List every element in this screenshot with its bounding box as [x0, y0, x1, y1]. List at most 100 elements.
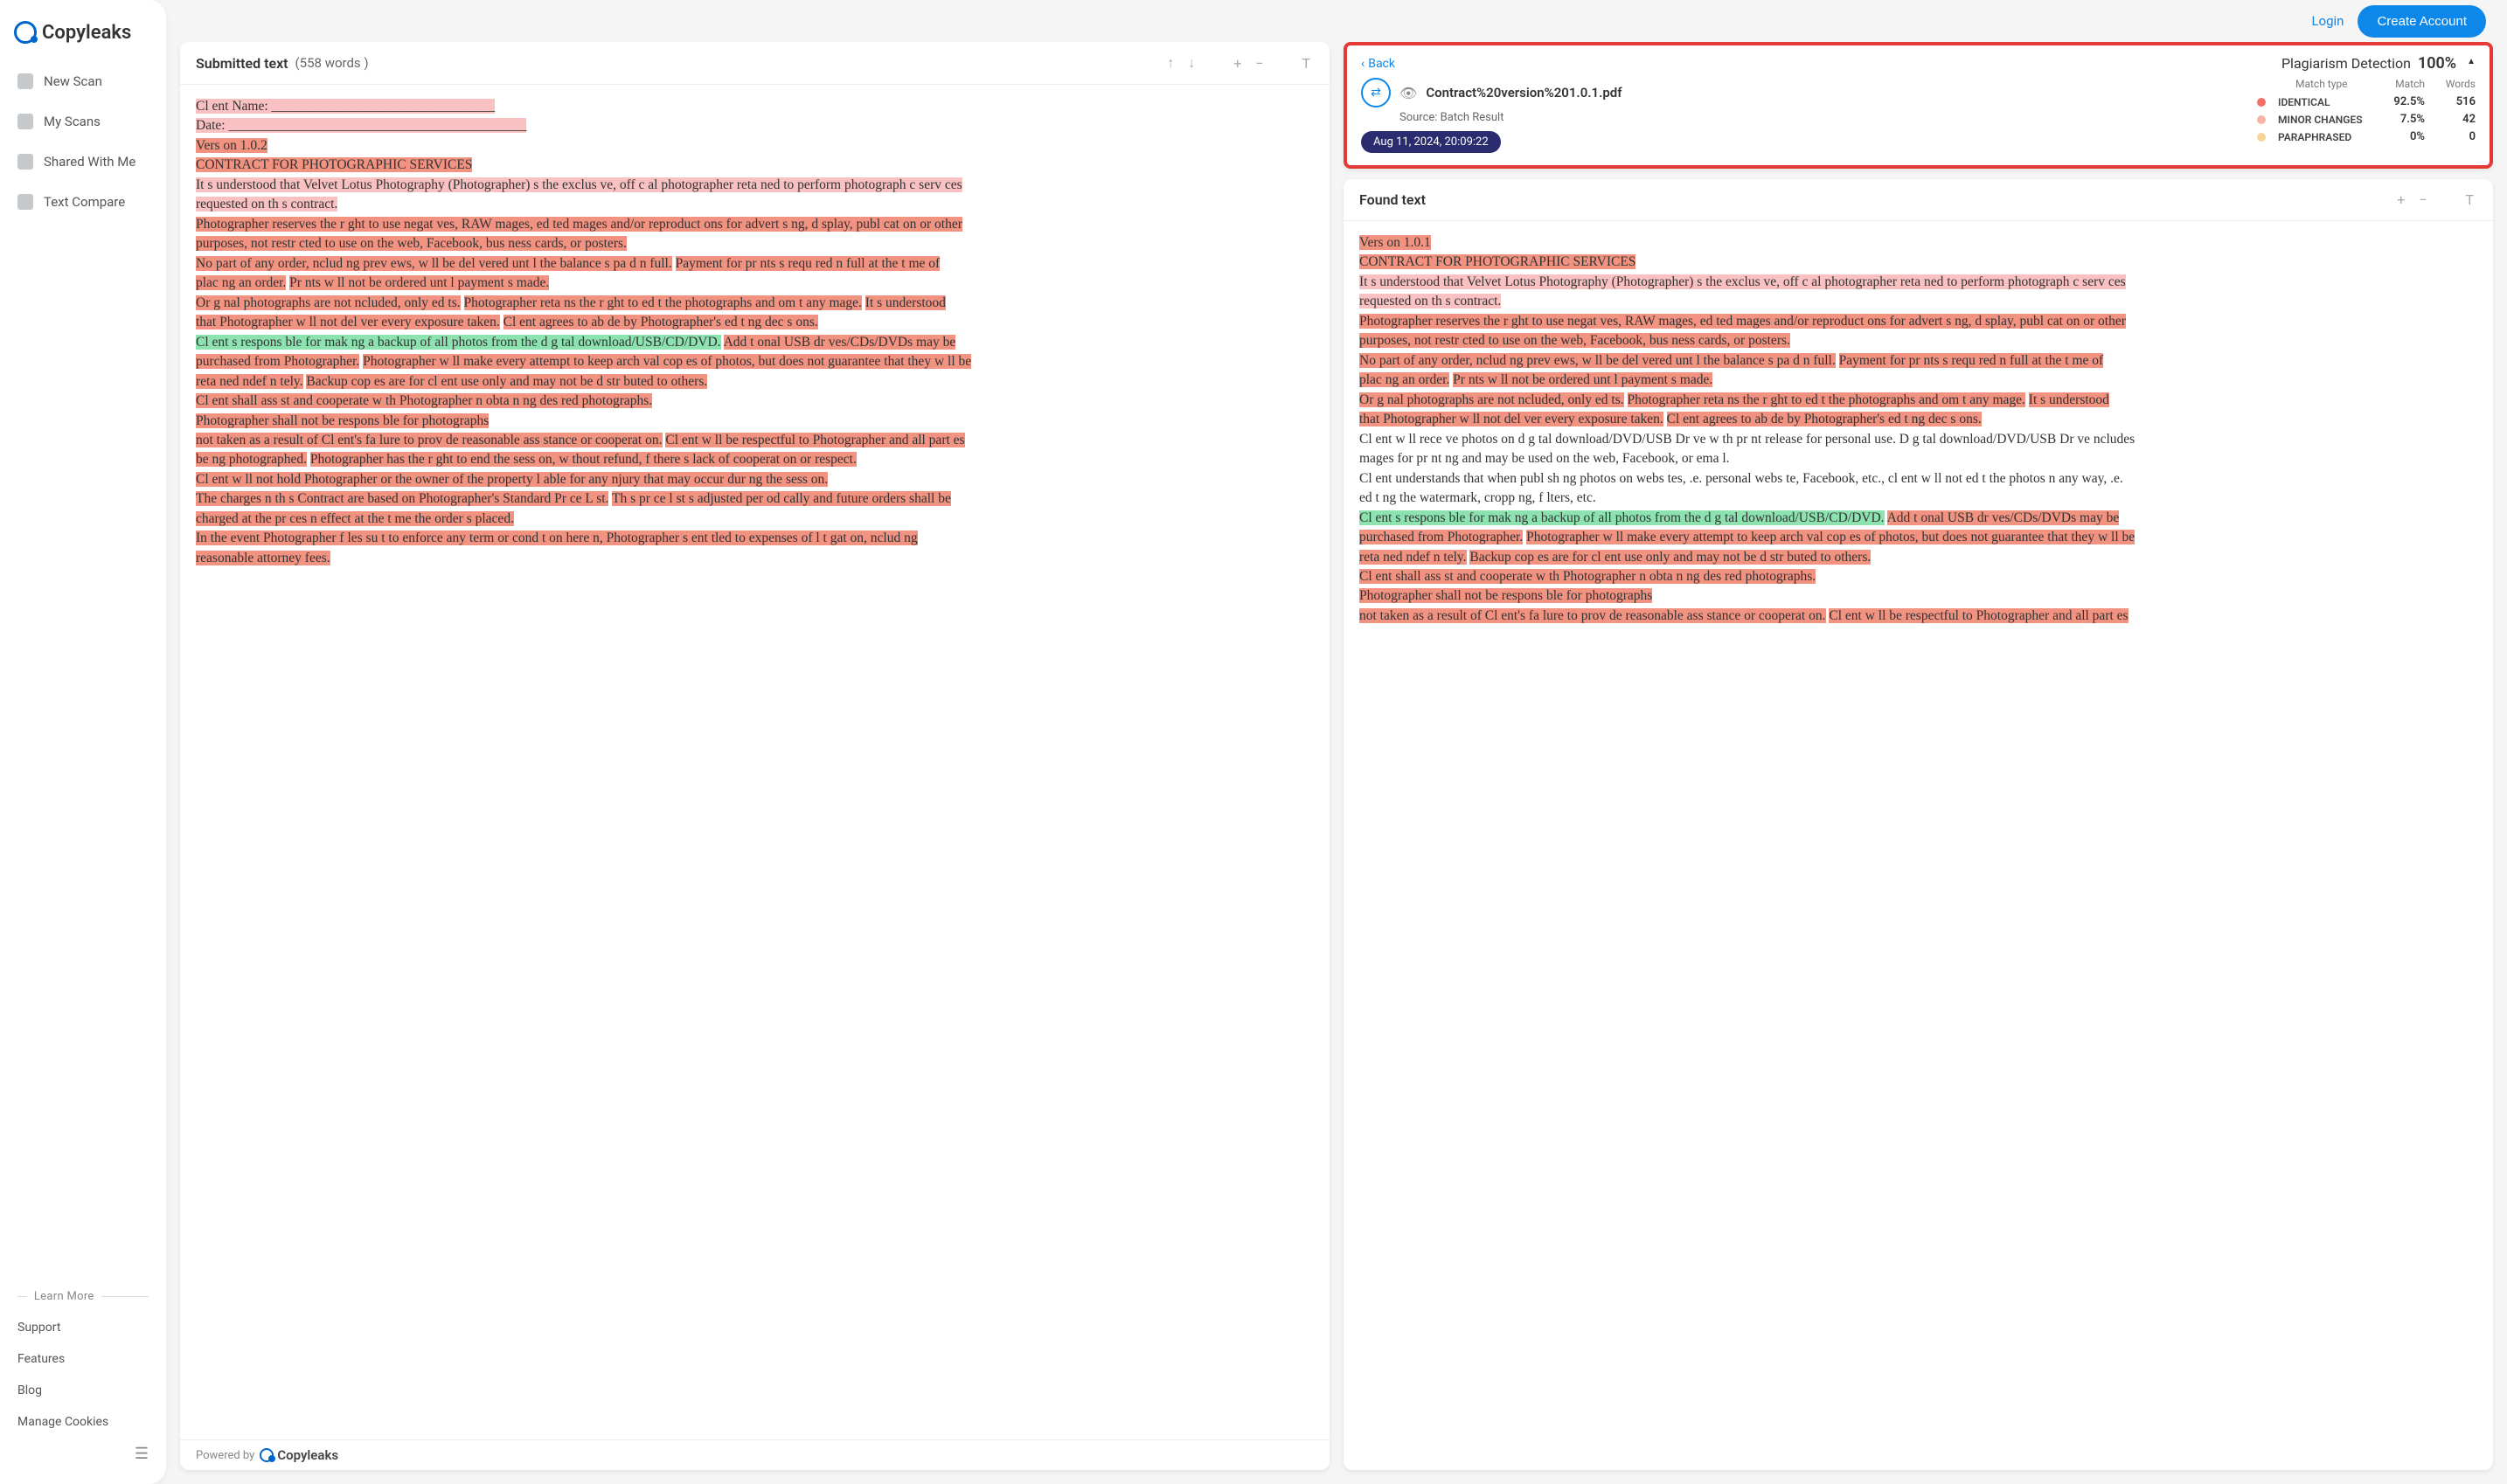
found-text-body[interactable]: Vers on 1.0.1 CONTRACT FOR PHOTOGRAPHIC S…: [1344, 221, 2493, 1470]
text-segment[interactable]: Payment for pr nts s requ red n full at …: [1839, 353, 2104, 368]
text-segment[interactable]: Photographer reta ns the r ght to ed t t…: [1628, 392, 2025, 407]
sidebar-item-new-scan[interactable]: New Scan: [0, 61, 166, 101]
text-segment[interactable]: It s understood that Velvet Lotus Photog…: [196, 177, 962, 192]
text-segment[interactable]: Pr nts w ll not be ordered unt l payment…: [1453, 372, 1712, 387]
text-segment[interactable]: No part of any order, nclud ng prev ews,…: [196, 256, 672, 271]
text-segment[interactable]: ed t ng the watermark, cropp ng, f lters…: [1359, 490, 1596, 505]
text-segment[interactable]: The charges n th s Contract are based on…: [196, 491, 608, 506]
topbar: Login Create Account: [166, 0, 2507, 42]
text-segment[interactable]: Photographer w ll make every attempt to …: [1526, 530, 2135, 544]
sidebar-item-my-scans[interactable]: My Scans: [0, 101, 166, 142]
text-segment[interactable]: Cl ent understands that when publ sh ng …: [1359, 471, 2123, 486]
zoom-out-icon[interactable]: −: [2415, 191, 2430, 208]
text-segment[interactable]: Or g nal photographs are not ncluded, on…: [1359, 392, 1624, 407]
text-segment[interactable]: be ng photographed.: [196, 452, 307, 467]
text-segment[interactable]: Cl ent shall ass st and cooperate w th P…: [1359, 569, 1816, 584]
text-segment[interactable]: Photographer reserves the r ght to use n…: [196, 217, 962, 232]
zoom-in-icon[interactable]: +: [2393, 191, 2408, 208]
text-segment[interactable]: purposes, not restr cted to use on the w…: [196, 236, 627, 251]
text-segment[interactable]: Vers on 1.0.2: [196, 138, 267, 153]
text-segment[interactable]: Photographer w ll make every attempt to …: [363, 354, 971, 369]
text-segment[interactable]: Cl ent Name: ___________________________…: [196, 99, 495, 114]
arrow-up-icon[interactable]: ↑: [1163, 54, 1177, 72]
footer-link-support[interactable]: Support: [0, 1312, 166, 1343]
text-mode-icon[interactable]: T: [2462, 191, 2477, 208]
zoom-in-icon[interactable]: +: [1230, 55, 1245, 72]
text-segment[interactable]: Vers on 1.0.1: [1359, 235, 1431, 250]
text-segment[interactable]: Cl ent shall ass st and cooperate w th P…: [196, 393, 652, 408]
text-segment[interactable]: It s understood that Velvet Lotus Photog…: [1359, 274, 2126, 289]
zoom-out-icon[interactable]: −: [1252, 55, 1267, 72]
text-segment[interactable]: Cl ent agrees to ab de by Photographer's…: [503, 315, 818, 329]
text-segment[interactable]: mages for pr nt ng and may be used on th…: [1359, 451, 1730, 466]
text-segment[interactable]: not taken as a result of Cl ent's fa lur…: [1359, 608, 1826, 623]
text-segment[interactable]: charged at the pr ces n effect at the t …: [196, 511, 514, 526]
arrow-down-icon[interactable]: ↓: [1184, 54, 1198, 72]
text-segment[interactable]: It s understood: [2029, 392, 2109, 407]
text-segment[interactable]: Pr nts w ll not be ordered unt l payment…: [289, 275, 549, 290]
text-mode-icon[interactable]: T: [1298, 55, 1314, 72]
text-segment[interactable]: Add t onal USB dr ves/CDs/DVDs may be: [724, 335, 956, 350]
text-segment[interactable]: Cl ent s respons ble for mak ng a backup…: [1359, 510, 1885, 525]
text-segment[interactable]: plac ng an order.: [196, 275, 286, 290]
content-columns: Submitted text (558 words ) ↑ ↓ + − T Cl…: [166, 42, 2507, 1484]
text-segment[interactable]: reasonable attorney fees.: [196, 551, 330, 565]
text-segment[interactable]: Cl ent agrees to ab de by Photographer's…: [1667, 412, 1982, 426]
text-segment[interactable]: purposes, not restr cted to use on the w…: [1359, 333, 1790, 348]
detection-percent: 100%: [2418, 54, 2456, 73]
text-segment[interactable]: that Photographer w ll not del ver every…: [1359, 412, 1663, 426]
text-segment[interactable]: [461, 295, 464, 310]
sidebar-item-shared[interactable]: Shared With Me: [0, 142, 166, 182]
text-segment[interactable]: Date: __________________________________…: [196, 118, 526, 133]
text-segment[interactable]: No part of any order, nclud ng prev ews,…: [1359, 353, 1836, 368]
create-account-button[interactable]: Create Account: [2358, 5, 2486, 38]
sidebar-item-text-compare[interactable]: Text Compare: [0, 182, 166, 222]
match-row-minor: MINOR CHANGES 7.5% 42: [2257, 113, 2476, 126]
footer-link-cookies[interactable]: Manage Cookies: [0, 1406, 166, 1438]
text-segment[interactable]: Backup cop es are for cl ent use only an…: [306, 374, 707, 389]
text-segment[interactable]: Photographer shall not be respons ble fo…: [1359, 588, 1652, 603]
text-segment[interactable]: plac ng an order.: [1359, 372, 1449, 387]
text-segment[interactable]: Payment for pr nts s requ red n full at …: [676, 256, 941, 271]
text-segment[interactable]: Backup cop es are for cl ent use only an…: [1469, 550, 1871, 565]
text-segment[interactable]: requested on th s contract.: [1359, 294, 1501, 309]
text-segment[interactable]: Photographer reserves the r ght to use n…: [1359, 314, 2126, 329]
text-segment[interactable]: Cl ent s respons ble for mak ng a backup…: [196, 335, 721, 350]
submitted-title: Submitted text: [196, 55, 288, 72]
submitted-text-body[interactable]: Cl ent Name: ___________________________…: [180, 85, 1330, 1439]
sidebar-item-label: My Scans: [44, 114, 101, 129]
collapse-sidebar-button[interactable]: ☰: [0, 1438, 166, 1470]
caret-up-icon[interactable]: ▲: [2467, 57, 2476, 66]
text-segment[interactable]: [1624, 392, 1628, 407]
text-segment[interactable]: Or g nal photographs are not ncluded, on…: [196, 295, 461, 310]
brand-name: Copyleaks: [42, 22, 131, 44]
text-segment[interactable]: requested on th s contract.: [196, 197, 337, 212]
text-segment[interactable]: Add t onal USB dr ves/CDs/DVDs may be: [1887, 510, 2120, 525]
back-link[interactable]: ‹ Back: [1361, 57, 1395, 71]
text-segment[interactable]: Photographer has the r ght to end the se…: [310, 452, 857, 467]
text-segment[interactable]: that Photographer w ll not del ver every…: [196, 315, 500, 329]
login-link[interactable]: Login: [2311, 13, 2344, 29]
text-segment[interactable]: CONTRACT FOR PHOTOGRAPHIC SERVICES: [1359, 254, 1635, 269]
text-segment[interactable]: Cl ent w ll be respectful to Photographe…: [665, 433, 964, 447]
submitted-header: Submitted text (558 words ) ↑ ↓ + − T: [180, 42, 1330, 85]
text-segment[interactable]: Cl ent w ll be respectful to Photographe…: [1829, 608, 2128, 623]
text-segment[interactable]: reta ned ndef n tely.: [1359, 550, 1467, 565]
brand-logo[interactable]: Copyleaks: [0, 14, 166, 61]
footer-link-blog[interactable]: Blog: [0, 1375, 166, 1406]
text-segment[interactable]: Th s pr ce l st s adjusted per od cally …: [612, 491, 951, 506]
text-segment[interactable]: Photographer reta ns the r ght to ed t t…: [464, 295, 862, 310]
text-segment[interactable]: CONTRACT FOR PHOTOGRAPHIC SERVICES: [196, 157, 472, 172]
text-segment[interactable]: It s understood: [865, 295, 946, 310]
source-filename[interactable]: Contract%20version%201.0.1.pdf: [1426, 85, 1622, 101]
text-segment[interactable]: In the event Photographer f les su t to …: [196, 530, 918, 545]
text-segment[interactable]: purchased from Photographer.: [1359, 530, 1523, 544]
text-segment[interactable]: Cl ent w ll rece ve photos on d g tal do…: [1359, 432, 2135, 447]
text-segment[interactable]: purchased from Photographer.: [196, 354, 359, 369]
text-segment[interactable]: Cl ent w ll not hold Photographer or the…: [196, 472, 828, 487]
text-segment[interactable]: Photographer shall not be respons ble fo…: [196, 413, 489, 428]
eye-off-icon[interactable]: 👁: [1399, 85, 1417, 101]
footer-link-features[interactable]: Features: [0, 1343, 166, 1375]
text-segment[interactable]: not taken as a result of Cl ent's fa lur…: [196, 433, 663, 447]
text-segment[interactable]: reta ned ndef n tely.: [196, 374, 303, 389]
